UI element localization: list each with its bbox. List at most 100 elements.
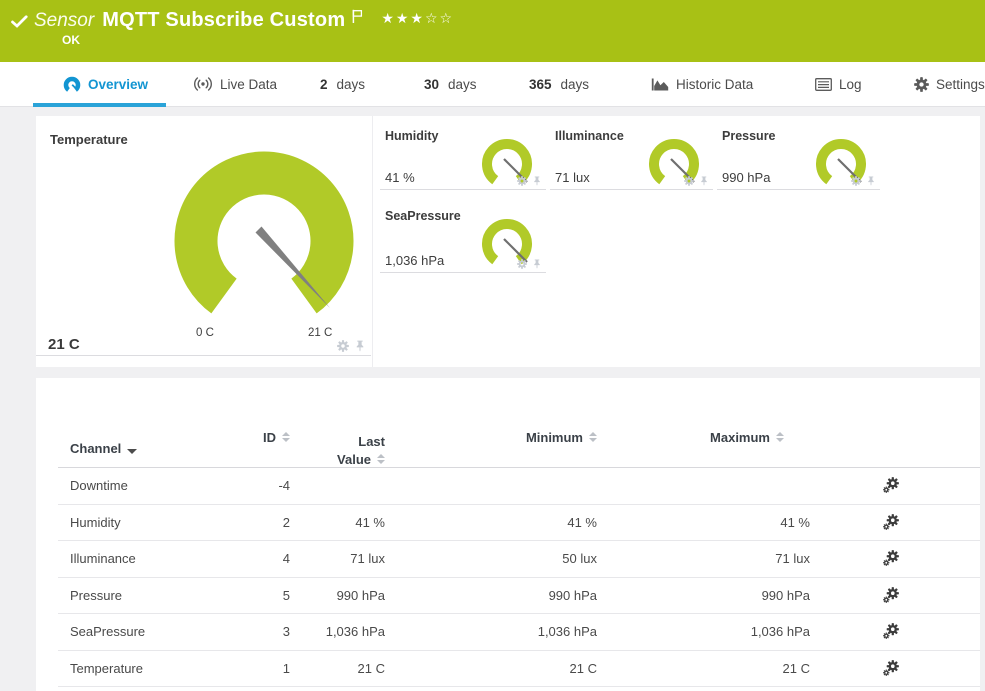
gauge-title: Pressure [722,129,776,143]
channels-table: Channel ID Last Value Minimum Maximum [36,378,980,691]
gauge-value: 1,036 hPa [385,253,444,268]
tab-label: Settings [936,77,985,92]
table-row: SeaPressure 3 1,036 hPa 1,036 hPa 1,036 … [58,614,980,651]
gauge-value: 21 C [48,336,80,353]
channel-name-link[interactable]: Humidity [70,515,186,530]
column-header-id[interactable]: ID [186,430,290,467]
status-badge: OK [62,33,80,47]
channel-maximum: 1,036 hPa [597,624,810,639]
table-row: Temperature 1 21 C 21 C 21 C [58,651,980,688]
tab-live-data[interactable]: Live Data [193,62,277,106]
table-row: Illuminance 4 71 lux 50 lux 71 lux [58,541,980,578]
tab-label: Overview [88,77,148,92]
gauge-min-label: 0 C [196,327,214,339]
gauge-title: Illuminance [555,129,624,143]
star-rating[interactable]: ★★★☆☆ [381,10,454,27]
tab-2-days[interactable]: 2 days [320,62,365,106]
gauge-value: 990 hPa [722,170,770,185]
pin-icon[interactable] [699,176,709,186]
gauge-box-temperature: Temperature 0 C 21 C 21 C [36,116,373,367]
channel-maximum: 41 % [597,515,810,530]
channel-name-link[interactable]: Illuminance [70,551,186,566]
flag-icon[interactable] [352,9,363,24]
tab-label: Live Data [220,77,277,92]
channel-settings-icon[interactable] [882,514,899,531]
pin-icon[interactable] [866,176,876,186]
pin-icon[interactable] [532,176,542,186]
channel-name-link[interactable]: Downtime [70,478,186,493]
gear-icon [914,77,929,92]
gear-icon[interactable] [337,340,349,352]
column-header-last-value[interactable]: Last Value [290,430,385,467]
channel-last-value: 990 hPa [290,588,385,603]
page-title: MQTT Subscribe Custom [102,9,345,32]
channel-last-value: 71 lux [290,551,385,566]
channel-id: 3 [186,624,290,639]
column-header-maximum[interactable]: Maximum [597,430,810,467]
table-row: Humidity 2 41 % 41 % 41 % [58,505,980,542]
channel-minimum: 21 C [385,661,597,676]
tab-30-days[interactable]: 30 days [424,62,477,106]
channel-minimum: 50 lux [385,551,597,566]
tab-bar: Overview Live Data 2 days 30 days 365 da… [0,62,985,107]
channel-settings-icon[interactable] [882,550,899,567]
pin-icon[interactable] [354,340,366,352]
gear-icon[interactable] [517,176,527,186]
status-check-icon [11,15,28,28]
tab-settings[interactable]: Settings [914,62,985,106]
channel-settings-icon[interactable] [882,623,899,640]
tab-label: days [448,77,477,92]
tab-overview[interactable]: Overview [63,62,148,106]
channel-settings-icon[interactable] [882,587,899,604]
channel-id: 4 [186,551,290,566]
gauge-box-pressure: Pressure 990 hPa [717,116,880,190]
tab-historic-data[interactable]: Historic Data [651,62,753,106]
gear-icon[interactable] [684,176,694,186]
channel-settings-icon[interactable] [882,477,899,494]
tab-number: 30 [424,77,439,92]
channel-id: 5 [186,588,290,603]
sensor-overview-page: Sensor MQTT Subscribe Custom ★★★☆☆ OK Ov… [0,0,985,691]
temperature-gauge [169,146,359,336]
channel-name-link[interactable]: Temperature [70,661,186,676]
gauge-value: 71 lux [555,170,590,185]
sensor-kind-label: Sensor [34,10,94,32]
sort-icon [282,432,290,442]
sort-icon [776,432,784,442]
column-header-channel[interactable]: Channel [70,430,186,467]
tab-log[interactable]: Log [815,62,862,106]
log-list-icon [815,78,832,91]
gear-icon[interactable] [517,259,527,269]
area-chart-icon [651,77,669,91]
channel-minimum: 1,036 hPa [385,624,597,639]
column-header-minimum[interactable]: Minimum [385,430,597,467]
sort-icon [377,454,385,467]
tab-label: Historic Data [676,77,753,92]
channel-settings-icon[interactable] [882,660,899,677]
gauge-icon [63,75,81,93]
channel-name-link[interactable]: SeaPressure [70,624,186,639]
gauge-max-label: 21 C [308,327,332,339]
table-row: Pressure 5 990 hPa 990 hPa 990 hPa [58,578,980,615]
gauge-value: 41 % [385,170,415,185]
tab-label: days [561,77,590,92]
tab-label: Log [839,77,862,92]
channel-last-value: 21 C [290,661,385,676]
channel-minimum: 990 hPa [385,588,597,603]
gauge-title: Temperature [50,132,128,147]
channel-last-value: 1,036 hPa [290,624,385,639]
sort-active-icon [127,449,137,454]
channel-name-link[interactable]: Pressure [70,588,186,603]
tab-number: 2 [320,77,328,92]
tab-label: days [337,77,366,92]
pin-icon[interactable] [532,259,542,269]
gear-icon[interactable] [851,176,861,186]
broadcast-icon [193,77,213,91]
tab-number: 365 [529,77,552,92]
channel-id: 1 [186,661,290,676]
channel-id: -4 [186,478,290,493]
gauge-title: SeaPressure [385,209,461,223]
tab-365-days[interactable]: 365 days [529,62,589,106]
gauge-box-illuminance: Illuminance 71 lux [550,116,713,190]
gauge-box-seapressure: SeaPressure 1,036 hPa [380,196,546,273]
